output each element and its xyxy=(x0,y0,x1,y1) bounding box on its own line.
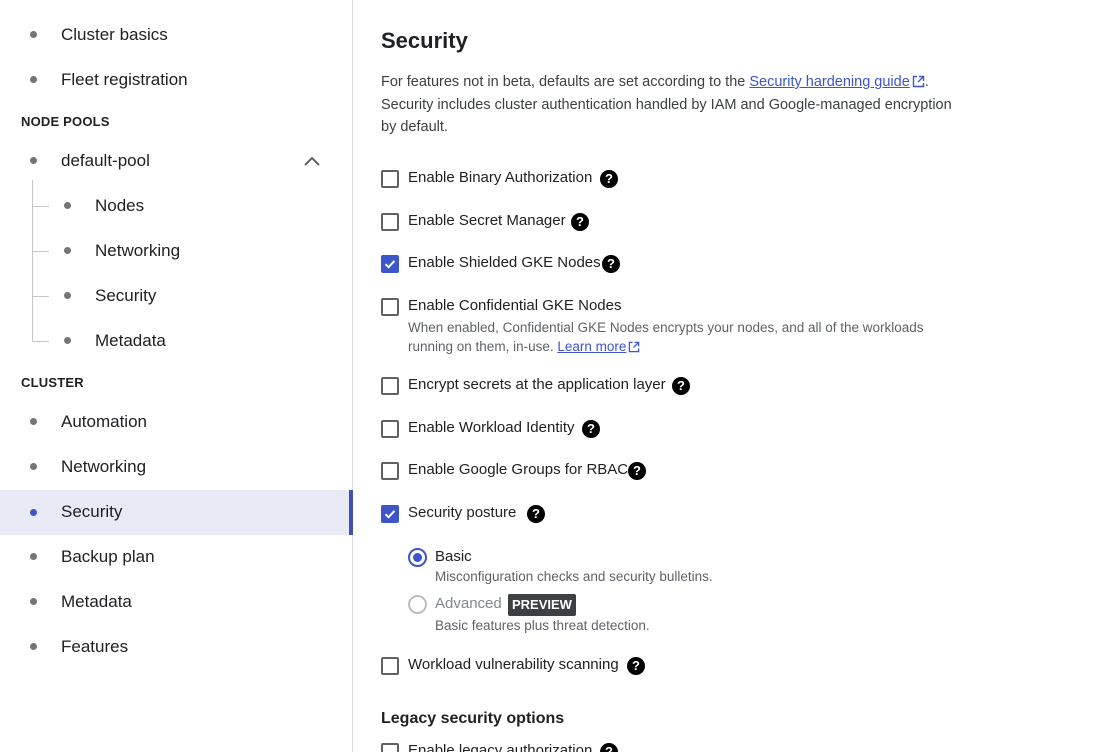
posture-advanced-label[interactable]: Advanced xyxy=(435,595,502,612)
posture-basic-radio[interactable] xyxy=(408,548,427,567)
help-icon[interactable]: ? xyxy=(582,420,600,438)
security-hardening-guide-link[interactable]: Security hardening guide xyxy=(749,74,924,90)
nav-item-networking[interactable]: Networking xyxy=(0,444,353,489)
shielded-gke-nodes-checkbox[interactable] xyxy=(381,255,399,273)
bullet-icon xyxy=(64,337,71,344)
nav-item-label: Security xyxy=(61,502,123,521)
option-label[interactable]: Enable Shielded GKE Nodes xyxy=(408,254,601,271)
help-icon[interactable]: ? xyxy=(600,170,618,188)
nav-item-security[interactable]: Security xyxy=(0,490,353,535)
nav-item-features[interactable]: Features xyxy=(0,624,353,669)
bullet-icon xyxy=(30,643,37,650)
binary-authorization-checkbox[interactable] xyxy=(381,170,399,188)
bullet-icon xyxy=(64,202,71,209)
google-groups-rbac-checkbox[interactable] xyxy=(381,462,399,480)
nav-item-label: Networking xyxy=(95,241,181,260)
external-link-icon xyxy=(912,75,924,88)
link-label: Security hardening guide xyxy=(749,74,910,90)
description-text: When enabled, Confidential GKE Nodes enc… xyxy=(408,320,924,354)
help-icon[interactable]: ? xyxy=(628,462,646,480)
legacy-security-heading: Legacy security options xyxy=(381,710,565,727)
nav-item-label: Security xyxy=(95,286,157,305)
nav-item-label: Features xyxy=(61,637,129,656)
preview-badge: PREVIEW xyxy=(508,594,576,616)
security-settings-panel: Security For features not in beta, defau… xyxy=(354,0,1113,752)
bullet-icon xyxy=(30,76,37,83)
bullet-icon xyxy=(30,157,37,164)
bullet-icon xyxy=(30,509,37,516)
help-icon[interactable]: ? xyxy=(527,505,545,523)
nav-item-label: Fleet registration xyxy=(61,70,188,89)
workload-vulnerability-scanning-checkbox[interactable] xyxy=(381,657,399,675)
bullet-icon xyxy=(64,292,71,299)
option-label[interactable]: Encrypt secrets at the application layer xyxy=(408,376,666,393)
secret-manager-checkbox[interactable] xyxy=(381,213,399,231)
nav-item-cluster-basics[interactable]: Cluster basics xyxy=(0,12,353,57)
nav-item-metadata[interactable]: Metadata xyxy=(0,579,353,624)
intro-text-part: For features not in beta, defaults are s… xyxy=(381,74,750,90)
posture-basic-label[interactable]: Basic xyxy=(435,548,472,565)
nav-item-pool-nodes[interactable]: Nodes xyxy=(0,183,353,228)
intro-text-part: Security includes cluster authentication… xyxy=(381,96,952,136)
bullet-icon xyxy=(30,463,37,470)
nav-item-label: Nodes xyxy=(95,196,145,215)
option-label[interactable]: Enable Workload Identity xyxy=(408,419,575,436)
posture-advanced-radio[interactable] xyxy=(408,595,427,614)
section-navigation-sidebar: Cluster basics Fleet registration NODE P… xyxy=(0,0,353,752)
nav-item-pool-metadata[interactable]: Metadata xyxy=(0,318,353,363)
option-label[interactable]: Enable Google Groups for RBAC xyxy=(408,461,628,478)
nav-item-pool-networking[interactable]: Networking xyxy=(0,228,353,273)
nav-item-pool-security[interactable]: Security xyxy=(0,273,353,318)
bullet-icon xyxy=(30,553,37,560)
node-pools-heading: NODE POOLS xyxy=(21,114,110,129)
nav-item-label: default-pool xyxy=(61,151,150,170)
option-label[interactable]: Enable Binary Authorization xyxy=(408,169,592,186)
help-icon[interactable]: ? xyxy=(602,255,620,273)
nav-item-label: Metadata xyxy=(95,331,166,350)
bullet-icon xyxy=(30,598,37,605)
learn-more-link[interactable]: Learn more xyxy=(557,339,640,354)
intro-text: For features not in beta, defaults are s… xyxy=(381,71,971,139)
help-icon[interactable]: ? xyxy=(600,743,618,752)
nav-item-label: Cluster basics xyxy=(61,25,168,44)
security-posture-checkbox[interactable] xyxy=(381,505,399,523)
workload-identity-checkbox[interactable] xyxy=(381,420,399,438)
page-title: Security xyxy=(381,28,468,53)
nav-item-label: Backup plan xyxy=(61,547,155,566)
nav-item-automation[interactable]: Automation xyxy=(0,399,353,444)
intro-text-part: . xyxy=(924,74,929,90)
nav-item-backup-plan[interactable]: Backup plan xyxy=(0,534,353,579)
chevron-up-icon[interactable] xyxy=(303,153,321,169)
link-label: Learn more xyxy=(557,338,627,354)
help-icon[interactable]: ? xyxy=(672,377,690,395)
checkmark-icon xyxy=(384,510,396,519)
option-label[interactable]: Security posture xyxy=(408,504,516,521)
cluster-heading: CLUSTER xyxy=(21,375,84,390)
bullet-icon xyxy=(64,247,71,254)
nav-item-default-pool[interactable]: default-pool xyxy=(0,138,353,183)
option-label[interactable]: Enable legacy authorization xyxy=(408,742,592,752)
bullet-icon xyxy=(30,418,37,425)
checkmark-icon xyxy=(384,260,396,269)
legacy-authorization-checkbox[interactable] xyxy=(381,743,399,752)
external-link-icon xyxy=(629,341,640,352)
nav-item-label: Networking xyxy=(61,457,147,476)
bullet-icon xyxy=(30,31,37,38)
posture-advanced-description: Basic features plus threat detection. xyxy=(435,618,650,633)
help-icon[interactable]: ? xyxy=(627,657,645,675)
nav-item-fleet-registration[interactable]: Fleet registration xyxy=(0,57,353,102)
active-indicator xyxy=(349,490,353,535)
confidential-gke-nodes-description: When enabled, Confidential GKE Nodes enc… xyxy=(408,319,948,356)
nav-item-label: Metadata xyxy=(61,592,132,611)
confidential-gke-nodes-checkbox[interactable] xyxy=(381,298,399,316)
posture-basic-description: Misconfiguration checks and security bul… xyxy=(435,569,713,584)
nav-item-label: Automation xyxy=(61,412,147,431)
option-label[interactable]: Enable Secret Manager xyxy=(408,212,566,229)
help-icon[interactable]: ? xyxy=(571,213,589,231)
application-layer-encryption-checkbox[interactable] xyxy=(381,377,399,395)
option-label[interactable]: Enable Confidential GKE Nodes xyxy=(408,297,621,314)
option-label[interactable]: Workload vulnerability scanning xyxy=(408,656,619,673)
